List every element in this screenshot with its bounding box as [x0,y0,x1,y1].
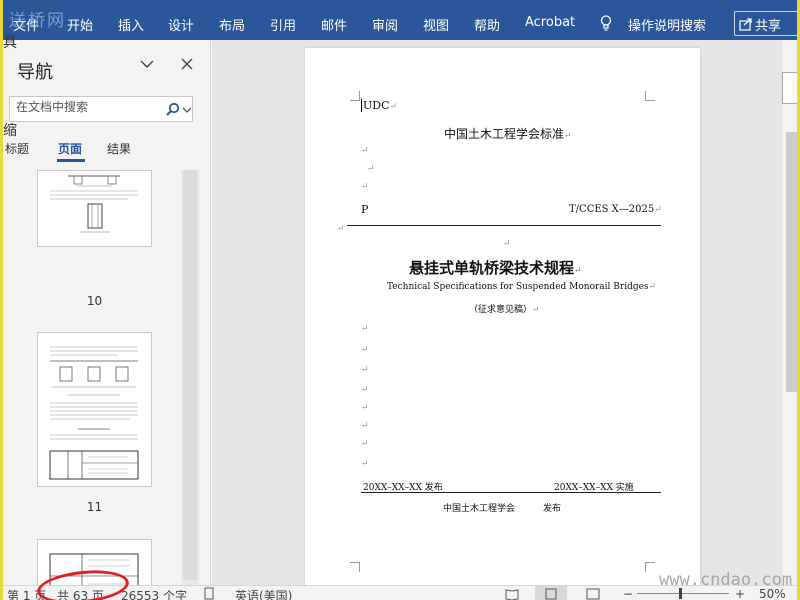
nav-search-box[interactable] [9,96,193,122]
udc-label: UDC↵ [361,99,398,112]
thumbnail-page-number: 11 [86,500,103,514]
scrollbar-thumb[interactable] [786,132,797,392]
crop-mark [645,91,655,101]
tab-insert[interactable]: 插入 [118,15,144,34]
paragraph-mark: ↵ [337,224,345,234]
proofing-icon[interactable] [204,587,216,600]
paragraph-mark: ↵ [361,182,369,192]
nav-pane-title: 导航 [17,62,53,83]
paragraph-mark: ↵ [361,146,369,156]
thumbnail-scrollbar[interactable] [181,170,199,585]
paragraph-mark: ↵ [361,345,369,355]
zoom-slider[interactable] [637,593,729,594]
tab-review[interactable]: 审阅 [372,15,398,34]
document-scrollbar[interactable] [781,40,797,585]
chevron-down-icon[interactable] [140,59,154,69]
issue-word: 发布 [543,504,562,514]
print-layout-button[interactable] [535,586,567,600]
tab-home[interactable]: 开始 [67,15,93,34]
tab-results[interactable]: 结果 [107,140,131,157]
scroll-edge-box [782,72,797,104]
tab-mailings[interactable]: 邮件 [321,15,347,34]
standard-code: T/CCES X—2025↵ [569,204,662,215]
page-thumbnail-list: 10 11 [3,170,199,585]
paragraph-mark: ↵ [361,459,369,469]
paragraph-mark: ↵ [361,324,369,334]
status-language[interactable]: 英语(美国) [235,587,292,600]
tell-me-search[interactable]: 操作说明搜索 [628,15,706,34]
p-label: P [361,203,369,216]
header-rule [347,225,661,226]
document-canvas[interactable]: UDC↵ 中国土木工程学会标准↵ ↵ ↵ ↵ P T/CCES X—2025↵ … [212,40,781,585]
active-tab-indicator [57,159,85,162]
paragraph-mark: ↵ [361,365,369,375]
share-icon [739,18,752,31]
thumbnail-preview [50,175,138,233]
watermark-url: www.cndao.com [659,570,793,590]
nav-pane-tabs: 标题 页面 结果 [3,140,211,164]
draft-note: （征求意见稿）↵ [469,305,540,315]
navigation-pane: 导航 标题 页面 结果 [3,40,211,585]
paragraph-mark: ↵ [361,439,369,449]
share-label: 共享 [755,19,782,34]
zoom-out-button[interactable]: − [623,587,633,600]
close-icon[interactable] [181,58,193,70]
nav-pane-overlap: 具 缩 [3,35,17,190]
document-title-cn: 悬挂式单轨桥梁技术规程↵ [409,259,582,277]
org-standard-title: 中国土木工程学会标准↵ [444,127,572,141]
document-page[interactable]: UDC↵ 中国土木工程学会标准↵ ↵ ↵ ↵ P T/CCES X—2025↵ … [305,48,700,585]
tab-design[interactable]: 设计 [168,15,194,34]
nav-search-input[interactable] [16,100,156,114]
paragraph-mark: ↵ [361,385,369,395]
tab-references[interactable]: 引用 [270,15,296,34]
paragraph-mark: ↵ [503,239,511,249]
status-word-count[interactable]: 26553 个字 [121,587,187,600]
tab-acrobat[interactable]: Acrobat [525,15,575,30]
paragraph-mark: ↵ [367,164,375,174]
ribbon-tab-bar: 文件 开始 插入 设计 布局 引用 邮件 审阅 视图 帮助 Acrobat 操作… [3,0,797,40]
stub-char: 具 [3,35,17,51]
issuer-name: 中国土木工程学会 [443,504,516,514]
paragraph-mark: ↵ [361,421,369,431]
tab-layout[interactable]: 布局 [219,15,245,34]
crop-mark [645,562,655,572]
word-window: 文件 开始 插入 设计 布局 引用 邮件 审阅 视图 帮助 Acrobat 操作… [0,0,800,600]
read-mode-icon[interactable] [505,588,519,600]
paragraph-mark: ↵ [361,403,369,413]
thumbnail-preview [49,346,139,480]
scrollbar-thumb[interactable] [183,170,197,580]
crop-mark [350,91,360,101]
chevron-down-icon[interactable] [183,107,191,113]
tab-view[interactable]: 视图 [423,15,449,34]
share-button[interactable]: 共享 [734,11,797,36]
tab-help[interactable]: 帮助 [474,15,500,34]
thumbnail-page-number: 10 [86,294,103,308]
print-layout-icon [545,588,557,600]
search-icon[interactable] [166,102,180,116]
page-thumbnail[interactable] [37,332,152,487]
page-thumbnail[interactable] [37,170,152,247]
watermark-logo: 送桥网 [9,11,66,31]
footer-rule [361,492,661,493]
crop-mark [350,562,360,572]
web-layout-icon[interactable] [586,588,600,600]
lightbulb-icon [600,15,612,31]
stub-char: 缩 [3,123,17,139]
document-title-en: Technical Specifications for Suspended M… [387,282,657,292]
tab-pages[interactable]: 页面 [58,140,82,157]
